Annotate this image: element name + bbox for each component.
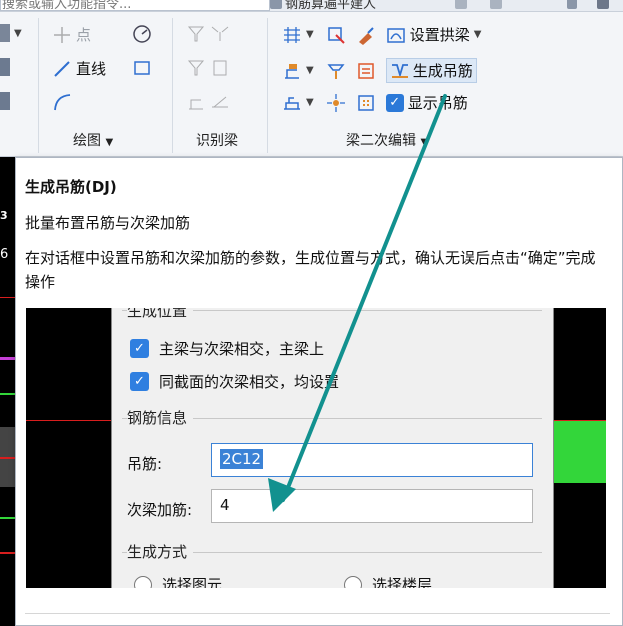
grid-beam-icon[interactable]: [282, 25, 302, 45]
beam-reinforce-icon[interactable]: [282, 93, 302, 113]
ribbon-toolbar: ▼ 点 直线 绘图 ▼ 识别梁 ▼ 设置拱梁 ▼ ▼ 生成吊筋 ▼ ✓ 显示吊筋…: [0, 12, 623, 157]
line-tool[interactable]: 直线: [52, 58, 106, 79]
hanger-bar-value: 2C12: [220, 449, 264, 469]
recognize-beam-tool-1[interactable]: [186, 24, 230, 44]
canvas-marker: 6: [0, 247, 9, 262]
rectangle-icon: [132, 58, 152, 78]
radio-label-1: 选择图元: [162, 576, 223, 588]
beam-support-icon: [186, 92, 206, 112]
arc-icon: [52, 92, 72, 112]
beam-grid-icon[interactable]: [356, 93, 376, 113]
generate-hanger-bar-label: 生成吊筋: [412, 62, 473, 80]
arc-tool[interactable]: [52, 92, 72, 112]
generate-hanger-bar-button[interactable]: 生成吊筋: [385, 58, 477, 83]
title-bar: 搜索或输入功能指令... 钢筋算遍平建人: [0, 0, 623, 12]
arch-beam-icon: [386, 25, 406, 45]
command-tooltip: 生成吊筋(DJ) 批量布置吊筋与次梁加筋 在对话框中设置吊筋和次梁加筋的参数，生…: [15, 157, 623, 626]
tooltip-title: 生成吊筋(DJ): [25, 178, 117, 196]
beam-check-icon: [210, 58, 230, 78]
left-cut-item-3[interactable]: [0, 92, 10, 110]
hanger-bar-field: 2C12: [211, 443, 533, 477]
section-position-title: 生成位置: [127, 308, 194, 321]
ribbon-separator: [172, 18, 173, 153]
canvas-line: [0, 457, 15, 459]
line-icon: [52, 59, 72, 79]
checkbox-main-secondary-intersect: ✓ 主梁与次梁相交，主梁上: [130, 338, 324, 359]
left-cut-item-2[interactable]: [0, 58, 10, 76]
ribbon-row-3: ▼ ✓ 显示吊筋: [282, 92, 468, 113]
preview-dialog: 生成位置 ✓ 主梁与次梁相交，主梁上 ✓ 同截面的次梁相交，均设置 钢筋信息 吊…: [111, 308, 554, 588]
canvas-line: [0, 297, 15, 298]
line-tool-label: 直线: [76, 60, 107, 78]
checkbox-checked-icon: ✓: [130, 372, 149, 391]
beam-span-edit-icon[interactable]: [282, 61, 302, 81]
group-label-shibie: 识别梁: [196, 133, 238, 149]
tooltip-subtitle: 批量布置吊筋与次梁加筋: [25, 214, 191, 232]
canvas-line: [0, 517, 15, 519]
rotate-point-tool[interactable]: [132, 24, 152, 44]
recognize-beam-tool-2[interactable]: [186, 58, 230, 78]
beam-recognize-2-icon: [210, 24, 230, 44]
beam-node-icon[interactable]: [326, 93, 346, 113]
group-label-huitu[interactable]: 绘图 ▼: [73, 130, 113, 150]
beam-recognize-icon: [186, 24, 206, 44]
section-method-title: 生成方式: [127, 541, 194, 562]
ribbon-separator: [38, 18, 39, 153]
point-icon: [52, 25, 72, 45]
tooltip-preview-image: 生成位置 ✓ 主梁与次梁相交，主梁上 ✓ 同截面的次梁相交，均设置 钢筋信息 吊…: [26, 308, 606, 588]
tooltip-description: 在对话框中设置吊筋和次梁加筋的参数，生成位置与方式，确认无误后点击“确定”完成操…: [25, 249, 596, 291]
tooltip-footer-divider: [25, 613, 610, 614]
beam-brush-icon[interactable]: [356, 25, 376, 45]
left-cut-dropdown-1[interactable]: ▼: [0, 24, 22, 42]
beam-filter-icon: [186, 58, 206, 78]
rect-tool[interactable]: [132, 58, 152, 78]
secondary-reinforce-field: 4: [211, 489, 533, 523]
canvas-marker: 3: [0, 209, 8, 222]
beam-table-icon[interactable]: [356, 61, 376, 81]
secondary-reinforce-value: 4: [220, 496, 230, 514]
point-tool[interactable]: 点: [52, 24, 91, 45]
drawing-canvas[interactable]: 3 6: [0, 157, 15, 626]
notification-icon[interactable]: [490, 0, 502, 9]
help-icon[interactable]: [455, 0, 467, 9]
radio-select-floor: [344, 576, 362, 588]
command-search-placeholder: 搜索或输入功能指令...: [2, 0, 132, 12]
group-label-erci[interactable]: 梁二次编辑 ▼: [346, 130, 428, 150]
maximize-icon[interactable]: [597, 0, 609, 9]
ribbon-row-2: ▼ 生成吊筋: [282, 58, 477, 83]
ribbon-row-1: ▼ 设置拱梁 ▼: [282, 24, 481, 45]
preview-green-block: [551, 421, 606, 483]
show-hanger-bar-label[interactable]: 显示吊筋: [408, 92, 468, 113]
show-hanger-bar-checkbox[interactable]: ✓: [385, 93, 404, 112]
point-tool-label: 点: [76, 26, 92, 44]
checkbox-label-2: 同截面的次梁相交，均设置: [159, 373, 340, 391]
hanger-bar-icon: [390, 61, 410, 81]
beam-span-icon: [210, 92, 230, 112]
canvas-line: [0, 357, 15, 360]
secondary-reinforce-field-label: 次梁加筋:: [127, 501, 193, 519]
beam-edit-icon[interactable]: [326, 25, 346, 45]
canvas-line: [0, 393, 15, 395]
checkbox-label-1: 主梁与次梁相交，主梁上: [159, 340, 325, 358]
radio-select-element: [134, 576, 152, 588]
rotate-point-icon: [132, 24, 152, 44]
minimize-icon[interactable]: [567, 0, 577, 9]
hanger-bar-field-label: 吊筋:: [127, 455, 163, 473]
ribbon-separator: [267, 18, 268, 153]
beam-flip-icon[interactable]: [326, 61, 346, 81]
app-logo-icon: [270, 0, 282, 9]
section-rebar-title: 钢筋信息: [127, 407, 194, 428]
set-arch-beam-button[interactable]: 设置拱梁: [410, 24, 470, 45]
canvas-line: [0, 552, 15, 554]
checkbox-checked-icon: ✓: [130, 339, 149, 358]
radio-label-2: 选择楼层: [372, 576, 433, 588]
app-title: 钢筋算遍平建人: [285, 0, 377, 12]
checkbox-same-section: ✓ 同截面的次梁相交，均设置: [130, 371, 339, 392]
recognize-beam-tool-3[interactable]: [186, 92, 230, 112]
